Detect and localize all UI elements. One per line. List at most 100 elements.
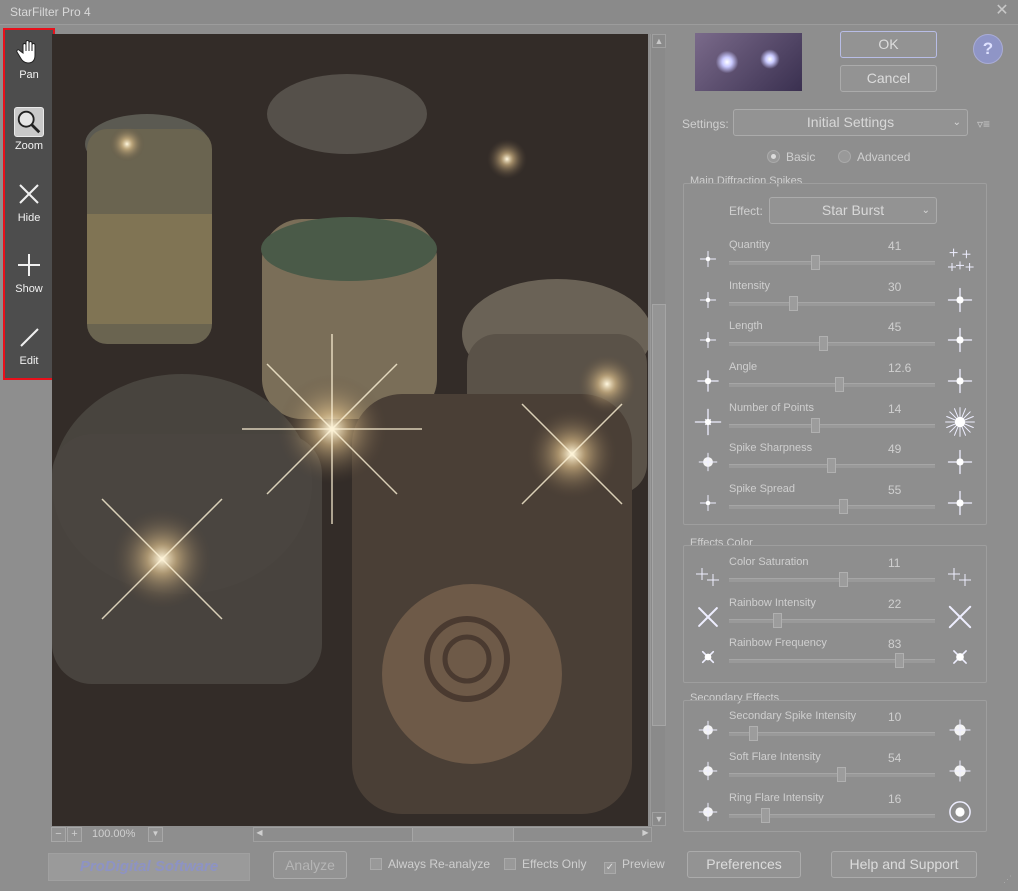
scroll-up-icon[interactable]: ▲	[652, 34, 666, 48]
vertical-scrollbar[interactable]: ▲ ▼	[650, 34, 666, 826]
cancel-button[interactable]: Cancel	[840, 65, 937, 92]
slider-track[interactable]	[729, 773, 935, 777]
slider-thumb[interactable]	[819, 336, 828, 351]
slider-track[interactable]	[729, 342, 935, 346]
prodigital-logo: ProDigital Software	[48, 853, 250, 881]
star4-preview-icon	[944, 324, 976, 356]
radio-label: Advanced	[857, 150, 911, 164]
xstar-preview-icon	[944, 601, 976, 633]
radio-dot[interactable]	[767, 150, 780, 163]
slider-track[interactable]	[729, 505, 935, 509]
sparkle-preview-icon	[694, 489, 722, 517]
analyze-button[interactable]: Analyze	[273, 851, 347, 879]
slider-track[interactable]	[729, 578, 935, 582]
slider-track[interactable]	[729, 732, 935, 736]
tool-zoom[interactable]: Zoom	[5, 103, 53, 167]
slider-track[interactable]	[729, 424, 935, 428]
slider-thumb[interactable]	[811, 255, 820, 270]
preview-checkbox[interactable]: ✓ Preview	[604, 857, 665, 874]
hscroll-thumb[interactable]	[412, 828, 514, 841]
slider-thumb[interactable]	[839, 572, 848, 587]
slider-value-field[interactable]: 55	[888, 483, 928, 497]
slider-value-field[interactable]: 45	[888, 320, 928, 334]
slider-value-field[interactable]: 22	[888, 597, 928, 611]
slider-track[interactable]	[729, 619, 935, 623]
xstar-preview-icon	[694, 603, 722, 631]
slider-row: Quantity 41	[690, 239, 980, 279]
slider-thumb[interactable]	[773, 613, 782, 628]
slider-value-field[interactable]: 16	[888, 792, 928, 806]
slider-value-field[interactable]: 49	[888, 442, 928, 456]
slider-value-field[interactable]: 83	[888, 637, 928, 651]
slider-track[interactable]	[729, 383, 935, 387]
ring-preview-icon	[944, 796, 976, 828]
slider-value-field[interactable]: 54	[888, 751, 928, 765]
ok-button[interactable]: OK	[840, 31, 937, 58]
slider-thumb[interactable]	[837, 767, 846, 782]
scroll-thumb[interactable]	[652, 304, 666, 726]
tool-show[interactable]: Show	[5, 246, 53, 310]
checkmark-icon[interactable]: ✓	[604, 862, 616, 874]
zoom-dropdown-icon[interactable]: ▼	[148, 827, 163, 842]
scroll-down-icon[interactable]: ▼	[652, 812, 666, 826]
slider-thumb[interactable]	[811, 418, 820, 433]
slider-label: Soft Flare Intensity	[729, 751, 821, 763]
scroll-right-icon[interactable]: ▶	[639, 827, 652, 840]
slider-track[interactable]	[729, 659, 935, 663]
chevron-down-icon: ⌄	[921, 205, 930, 216]
slider-label: Spike Sharpness	[729, 442, 813, 454]
slider-value-field[interactable]: 41	[888, 239, 928, 253]
radio-dot[interactable]	[838, 150, 851, 163]
star4-preview-icon	[944, 284, 976, 316]
tool-label: Edit	[19, 355, 39, 367]
slider-thumb[interactable]	[839, 499, 848, 514]
effects-only-checkbox[interactable]: Effects Only	[504, 857, 586, 871]
help-and-support-button[interactable]: Help and Support	[831, 851, 977, 878]
slider-label: Spike Spread	[729, 483, 796, 495]
always-reanalyze-checkbox[interactable]: Always Re-analyze	[370, 857, 490, 871]
settings-dropdown[interactable]: Initial Settings ⌄	[733, 109, 968, 136]
slider-track[interactable]	[729, 302, 935, 306]
slider-value-field[interactable]: 30	[888, 280, 928, 294]
slider-thumb[interactable]	[789, 296, 798, 311]
slider-value-field[interactable]: 12.6	[888, 361, 928, 375]
slider-track[interactable]	[729, 814, 935, 818]
slider-thumb[interactable]	[749, 726, 758, 741]
tool-pan[interactable]: Pan	[5, 32, 53, 96]
pencil-icon	[20, 328, 39, 347]
slider-label: Intensity	[729, 280, 770, 292]
tool-label: Hide	[17, 212, 41, 224]
help-icon[interactable]: ?	[973, 34, 1003, 64]
preferences-button[interactable]: Preferences	[687, 851, 801, 878]
xsmall-preview-icon	[694, 643, 722, 671]
tool-edit[interactable]: Edit	[5, 318, 53, 382]
twin-preview-icon	[944, 560, 976, 592]
window-title: StarFilter Pro 4	[10, 5, 91, 19]
slider-thumb[interactable]	[895, 653, 904, 668]
cluster-preview-icon	[944, 243, 976, 275]
checkbox-box[interactable]	[504, 858, 516, 870]
slider-value-field[interactable]: 14	[888, 402, 928, 416]
zoom-out-button[interactable]: −	[51, 827, 66, 842]
slider-label: Rainbow Intensity	[729, 597, 816, 609]
zoom-in-button[interactable]: +	[67, 827, 82, 842]
settings-menu-icon[interactable]: ▿≡	[977, 117, 999, 131]
resize-grip-icon[interactable]: ⋰	[1003, 874, 1012, 885]
effect-dropdown[interactable]: Star Burst ⌄	[769, 197, 937, 224]
slider-row: Intensity 30	[690, 280, 980, 320]
slider-thumb[interactable]	[835, 377, 844, 392]
slider-value-field[interactable]: 10	[888, 710, 928, 724]
checkbox-box[interactable]	[370, 858, 382, 870]
glow-preview-icon	[944, 714, 976, 746]
basic-radio[interactable]: Basic	[767, 150, 815, 164]
advanced-radio[interactable]: Advanced	[838, 150, 910, 164]
slider-value-field[interactable]: 11	[888, 556, 928, 570]
slider-track[interactable]	[729, 261, 935, 265]
slider-thumb[interactable]	[761, 808, 770, 823]
horizontal-scrollbar[interactable]: ◀ ▶	[253, 827, 652, 842]
image-preview[interactable]	[52, 34, 648, 826]
close-icon[interactable]: ✕	[992, 2, 1012, 20]
scroll-left-icon[interactable]: ◀	[253, 827, 266, 840]
slider-thumb[interactable]	[827, 458, 836, 473]
tool-hide[interactable]: Hide	[5, 175, 53, 239]
